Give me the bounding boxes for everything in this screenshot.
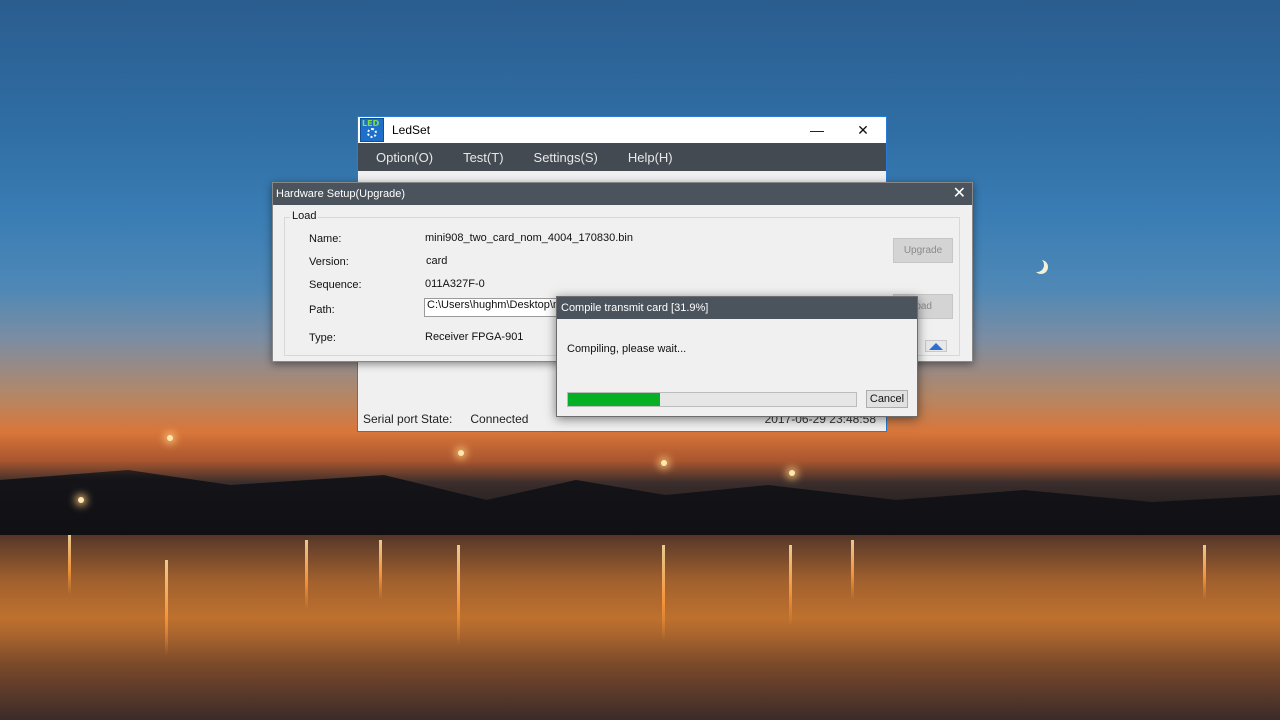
upgrade-button[interactable]: Upgrade xyxy=(893,238,953,263)
menu-help[interactable]: Help(H) xyxy=(628,150,673,165)
close-button[interactable]: ✕ xyxy=(840,117,886,143)
street-light xyxy=(789,470,795,476)
led-logo-text: LED xyxy=(362,119,380,128)
type-label: Type: xyxy=(309,332,336,344)
version-value: card xyxy=(426,255,448,267)
menu-test[interactable]: Test(T) xyxy=(463,150,503,165)
version-label: Version: xyxy=(309,256,349,268)
serial-port-state-value: Connected xyxy=(470,412,529,426)
sequence-value: 011A327F-0 xyxy=(425,278,485,290)
street-light xyxy=(661,460,667,466)
compile-title: Compile transmit card [31.9%] xyxy=(561,302,709,314)
compile-progress-dialog: Compile transmit card [31.9%] Compiling,… xyxy=(556,296,918,417)
menu-bar: Option(O) Test(T) Settings(S) Help(H) xyxy=(358,143,886,171)
gear-icon xyxy=(367,128,377,138)
light-reflection xyxy=(1203,545,1206,600)
dialog-title: Hardware Setup(Upgrade) xyxy=(276,188,406,200)
minimize-button[interactable]: — xyxy=(794,117,840,143)
group-title: Load xyxy=(290,210,319,222)
cancel-button[interactable]: Cancel xyxy=(866,390,908,408)
chevron-up-icon xyxy=(929,342,943,350)
close-icon[interactable]: ✕ xyxy=(953,185,966,203)
progress-fill xyxy=(568,393,660,406)
city-skyline xyxy=(0,470,1280,540)
light-reflection xyxy=(662,545,665,640)
path-label: Path: xyxy=(309,304,335,316)
name-label: Name: xyxy=(309,233,342,245)
compile-titlebar[interactable]: Compile transmit card [31.9%] xyxy=(557,297,917,319)
sequence-label: Sequence: xyxy=(309,279,362,291)
light-reflection xyxy=(68,535,71,595)
compile-progress-bar xyxy=(567,392,857,407)
hardware-setup-titlebar[interactable]: Hardware Setup(Upgrade) ✕ xyxy=(273,183,972,205)
light-reflection xyxy=(379,540,382,600)
street-light xyxy=(167,435,173,441)
river-water xyxy=(0,535,1280,720)
light-reflection xyxy=(851,540,854,600)
serial-port-state-label: Serial port State: xyxy=(363,412,453,426)
light-reflection xyxy=(305,540,308,610)
light-reflection xyxy=(165,560,168,655)
compile-message: Compiling, please wait... xyxy=(567,343,687,355)
name-value: mini908_two_card_nom_4004_170830.bin xyxy=(425,232,633,244)
led-gear-icon: LED xyxy=(360,118,384,142)
menu-option[interactable]: Option(O) xyxy=(376,150,433,165)
type-value: Receiver FPGA-901 xyxy=(425,331,524,343)
street-light xyxy=(458,450,464,456)
light-reflection xyxy=(789,545,792,625)
street-light xyxy=(78,497,84,503)
menu-settings[interactable]: Settings(S) xyxy=(534,150,598,165)
moon-icon xyxy=(1030,258,1044,272)
expand-button[interactable] xyxy=(925,340,947,352)
ledset-titlebar[interactable]: LED LedSet — ✕ xyxy=(358,117,886,143)
path-field[interactable]: C:\Users\hughm\Desktop\mini9 xyxy=(424,298,564,317)
window-title: LedSet xyxy=(392,123,431,137)
light-reflection xyxy=(457,545,460,645)
